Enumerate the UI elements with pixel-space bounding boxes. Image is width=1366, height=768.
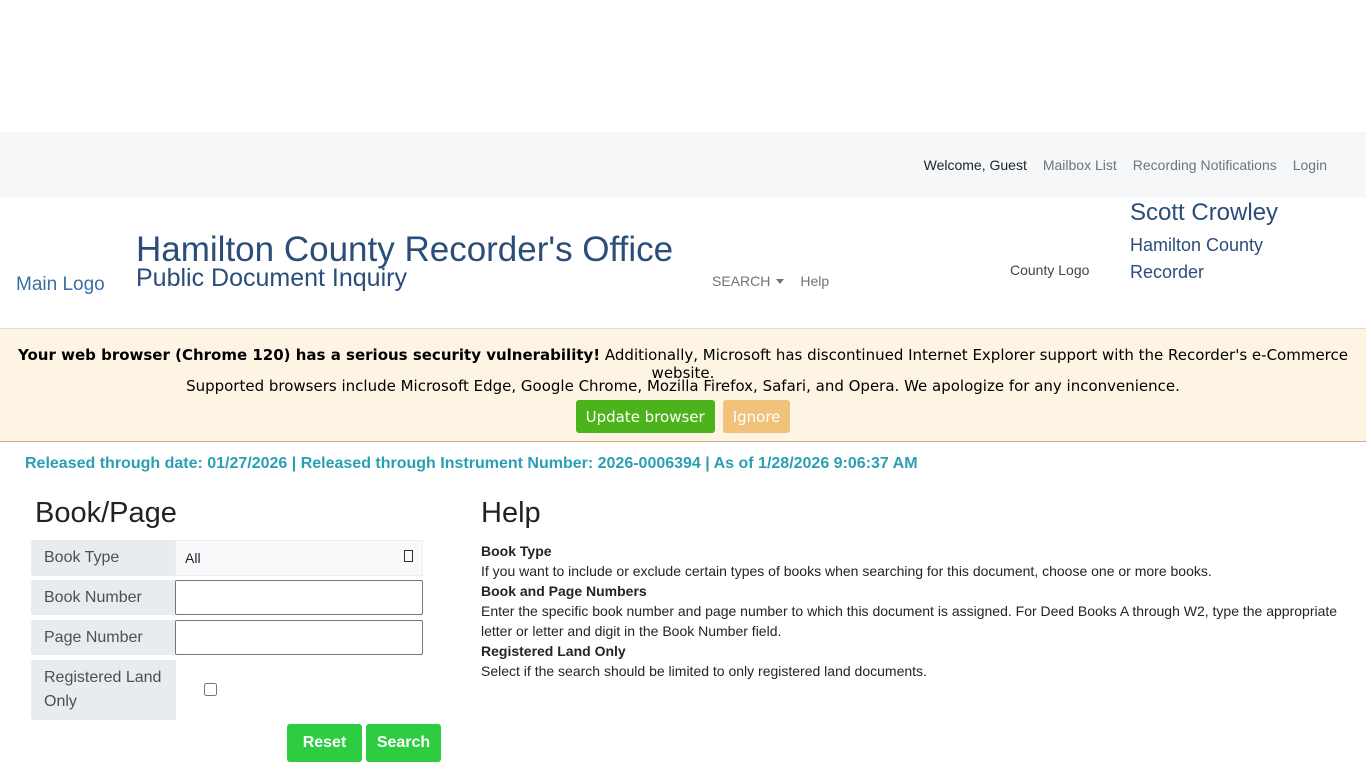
book-type-value: All	[185, 550, 201, 566]
warning-bold-text: Your web browser (Chrome 120) has a seri…	[18, 346, 601, 364]
browser-warning-banner: Your web browser (Chrome 120) has a seri…	[0, 328, 1366, 442]
help-heading-book-page-numbers: Book and Page Numbers	[481, 583, 647, 599]
registered-land-checkbox[interactable]	[204, 683, 217, 696]
user-links: Welcome, Guest Mailbox List Recording No…	[924, 157, 1327, 173]
registered-land-label: Registered Land Only	[31, 660, 176, 720]
recorder-title: Hamilton County Recorder	[1130, 235, 1264, 282]
nav-help-link[interactable]: Help	[800, 273, 829, 289]
help-content: Book Type If you want to include or excl…	[481, 541, 1351, 681]
reset-button[interactable]: Reset	[287, 724, 362, 762]
update-browser-button[interactable]: Update browser	[575, 400, 715, 433]
county-logo: County Logo	[1010, 262, 1090, 278]
book-type-label: Book Type	[31, 540, 176, 576]
main-nav: SEARCH Help	[712, 273, 829, 289]
help-title: Help	[481, 497, 541, 529]
office-subtitle: Public Document Inquiry	[136, 264, 407, 292]
nav-search-label: SEARCH	[712, 273, 771, 289]
top-utility-bar: Welcome, Guest Mailbox List Recording No…	[0, 132, 1366, 198]
caret-down-icon	[776, 279, 785, 284]
book-number-label: Book Number	[31, 580, 176, 615]
book-type-select[interactable]: All	[175, 540, 423, 576]
release-info: Released through date: 01/27/2026 | Rele…	[25, 455, 918, 472]
help-heading-book-type: Book Type	[481, 543, 552, 559]
help-text-book-page-numbers: Enter the specific book number and page …	[481, 603, 1338, 639]
recorder-name: Scott Crowley	[1130, 199, 1279, 226]
book-number-input[interactable]	[175, 580, 423, 615]
help-heading-registered-land: Registered Land Only	[481, 643, 626, 659]
help-text-book-type: If you want to include or exclude certai…	[481, 563, 1212, 579]
main-logo[interactable]: Main Logo	[16, 274, 105, 296]
welcome-text: Welcome, Guest	[923, 157, 1027, 173]
dropdown-box-icon	[404, 550, 413, 562]
login-link[interactable]: Login	[1293, 157, 1327, 173]
help-text-registered-land: Select if the search should be limited t…	[481, 663, 927, 679]
warning-buttons: Update browser Ignore	[0, 400, 1366, 433]
warning-line-2: Supported browsers include Microsoft Edg…	[186, 377, 1180, 395]
mailbox-list-link[interactable]: Mailbox List	[1043, 157, 1117, 173]
recording-notifications-link[interactable]: Recording Notifications	[1133, 157, 1277, 173]
nav-search-dropdown[interactable]: SEARCH	[712, 273, 785, 289]
page-number-input[interactable]	[175, 620, 423, 655]
search-button[interactable]: Search	[366, 724, 441, 762]
book-page-title: Book/Page	[35, 497, 177, 529]
ignore-button[interactable]: Ignore	[722, 400, 791, 433]
page-number-label: Page Number	[31, 620, 176, 655]
